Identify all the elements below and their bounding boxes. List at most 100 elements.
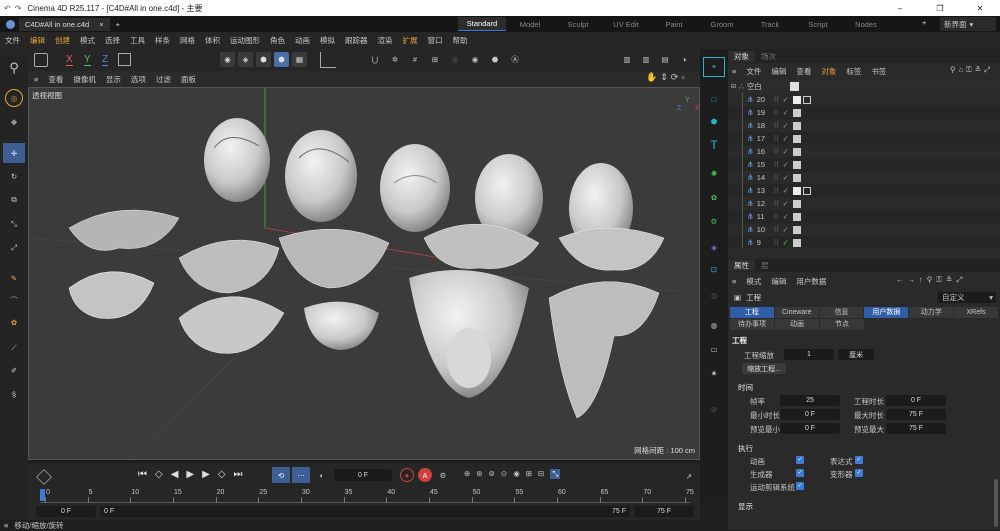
menu-item-5[interactable]: 工具	[130, 35, 145, 46]
key-scale-icon[interactable]: ⊚	[489, 469, 495, 479]
attr-subtab-0[interactable]: 待办事项	[730, 319, 774, 330]
close-button[interactable]: ✕	[960, 4, 1000, 13]
head-mask-2[interactable]	[285, 130, 357, 222]
attr-hamburger-icon[interactable]: ≡	[732, 277, 736, 286]
viewport-menu-item-4[interactable]: 过滤	[156, 74, 171, 85]
key-filter-icon[interactable]: ⊟	[538, 469, 544, 479]
obj-lock-icon[interactable]: ⚿	[966, 65, 972, 75]
lace-mask-3[interactable]	[178, 239, 280, 294]
next-key-icon[interactable]: ◇	[218, 469, 226, 480]
menu-item-6[interactable]: 样条	[155, 35, 170, 46]
object-row[interactable]: ⋔ 14 ⁝⁝ ✓	[728, 171, 1000, 184]
layer-dots-icon[interactable]: ⁝⁝	[774, 147, 779, 156]
menu-item-15[interactable]: 扩展	[403, 35, 418, 46]
layout-tab-8[interactable]: Nodes	[842, 18, 890, 31]
live-select-icon[interactable]: ◎	[5, 89, 23, 107]
menu-item-1[interactable]: 编辑	[30, 35, 45, 46]
objects-menu-item-2[interactable]: 查看	[796, 66, 811, 77]
layout-tab-0[interactable]: Standard	[458, 17, 506, 31]
deformer-icon[interactable]: ◈	[703, 237, 725, 257]
viewport-menu-item-3[interactable]: 选项	[131, 74, 146, 85]
preview-min-field[interactable]: 0 F	[780, 423, 840, 434]
lace-mask-5[interactable]	[278, 228, 390, 289]
menu-item-12[interactable]: 模拟	[320, 35, 335, 46]
render-icon[interactable]: ▥	[639, 52, 653, 67]
visibility-check-icon[interactable]: ✓	[782, 199, 788, 208]
axis-x-button[interactable]: X	[66, 54, 73, 66]
points-mode-icon[interactable]: ◉	[220, 52, 235, 67]
maximize-button[interactable]: ❐	[920, 4, 960, 13]
visibility-check-icon[interactable]: ✓	[782, 160, 788, 169]
objects-menu-item-3[interactable]: 对象	[821, 66, 836, 77]
camera-icon[interactable]: ▭	[703, 339, 725, 359]
layout-tab-2[interactable]: Sculpt	[554, 18, 602, 31]
light-icon[interactable]: ✷	[703, 363, 725, 383]
viewport[interactable]: 透视视图 Y X Z 网格间距 : 100 cm	[28, 87, 700, 460]
move-tool-icon[interactable]: ✛	[3, 143, 25, 163]
render-view-icon[interactable]: ▥	[620, 52, 634, 67]
head-mask-1[interactable]	[204, 118, 270, 202]
speed-icon[interactable]: ⋯	[292, 467, 310, 483]
cloner-icon[interactable]: ✿	[703, 187, 725, 207]
object-row[interactable]: ⋔ 15 ⁝⁝ ✓	[728, 158, 1000, 171]
square-icon[interactable]: □	[703, 89, 725, 109]
obj-home-icon[interactable]: ⌂	[959, 65, 964, 75]
mograph-icon[interactable]: ◇	[703, 285, 725, 305]
object-row[interactable]: ⋔ 19 ⁝⁝ ✓	[728, 106, 1000, 119]
record-keys-icon[interactable]: ●	[400, 468, 414, 482]
viewport-menu-item-1[interactable]: 摄像机	[73, 74, 96, 85]
animation-checkbox[interactable]: ✓	[796, 456, 804, 464]
attr-menu-item-2[interactable]: 用户数据	[796, 276, 826, 287]
viewport-menu-item-5[interactable]: 面板	[181, 74, 196, 85]
lace-mask-1[interactable]	[68, 209, 180, 251]
menu-item-10[interactable]: 角色	[270, 35, 285, 46]
obj-filter-icon[interactable]: ≚	[975, 65, 981, 75]
layout-tab-3[interactable]: UV Edit	[602, 18, 650, 31]
visibility-check-icon[interactable]: ✓	[782, 225, 788, 234]
undo-icon[interactable]: ↶	[4, 4, 11, 13]
select-tool-icon[interactable]: ✥	[5, 113, 23, 131]
object-row[interactable]: ⋔ 12 ⁝⁝ ✓	[728, 197, 1000, 210]
expression-checkbox[interactable]: ✓	[855, 456, 863, 464]
new-ui-button[interactable]: 新界面 ▾	[940, 17, 996, 31]
layer-dots-icon[interactable]: ⁝⁝	[774, 121, 779, 130]
key-param-icon[interactable]: ⊙	[501, 469, 507, 479]
layer-dots-icon[interactable]: ⁝⁝	[774, 173, 779, 182]
layer-dots-icon[interactable]: ⁝⁝	[774, 95, 779, 104]
visibility-check-icon[interactable]: ✓	[782, 121, 788, 130]
attr-subtab-2[interactable]: 节点	[820, 319, 864, 330]
object-row[interactable]: ⋔ 11 ⁝⁝ ✓	[728, 210, 1000, 223]
objects-menu-item-0[interactable]: 文件	[746, 66, 761, 77]
object-row[interactable]: ⋔ 10 ⁝⁝ ✓	[728, 223, 1000, 236]
max-field[interactable]: 75 F	[886, 409, 946, 420]
disabled-icon[interactable]: ◎	[448, 52, 462, 67]
auto-key-icon[interactable]: A	[418, 468, 432, 482]
spline-pen-icon[interactable]: ✎	[5, 269, 23, 287]
bulb-icon[interactable]: ◑	[677, 52, 691, 67]
layout-tab-1[interactable]: Model	[506, 18, 554, 31]
preset-dropdown[interactable]: 自定义 ▾	[938, 291, 996, 303]
sculpt-icon[interactable]: ✐	[5, 361, 23, 379]
mograph-checkbox[interactable]: ✓	[796, 482, 804, 490]
magnet-icon[interactable]: ⋃	[368, 52, 382, 67]
path-icon[interactable]: §	[5, 385, 23, 403]
gear-snap-icon[interactable]: ✲	[388, 52, 402, 67]
polygons-mode-icon[interactable]: ⬢	[256, 52, 271, 67]
tab-objects[interactable]: 对象	[728, 50, 755, 62]
objects-menu-item-4[interactable]: 标签	[846, 66, 861, 77]
rotate-tool-icon[interactable]: ↻	[5, 167, 23, 185]
visibility-check-icon[interactable]: ✓	[782, 147, 788, 156]
prev-key-icon[interactable]: ◇	[155, 469, 163, 480]
visibility-check-icon[interactable]: ✓	[782, 238, 788, 247]
brush-icon[interactable]: ⬣	[488, 52, 502, 67]
workplane-icon[interactable]: ⊞	[428, 52, 442, 67]
visibility-check-icon[interactable]: ✓	[782, 95, 788, 104]
unit-select[interactable]: 厘米	[838, 349, 874, 360]
head-mask-3[interactable]	[380, 144, 450, 232]
menu-item-8[interactable]: 体积	[205, 35, 220, 46]
generator-icon[interactable]: ✺	[703, 163, 725, 183]
attr-filter-icon[interactable]: ≚	[946, 275, 952, 285]
menu-item-11[interactable]: 动画	[295, 35, 310, 46]
menu-item-9[interactable]: 运动图形	[230, 35, 260, 46]
obj-search-icon[interactable]: ⚲	[950, 65, 956, 75]
